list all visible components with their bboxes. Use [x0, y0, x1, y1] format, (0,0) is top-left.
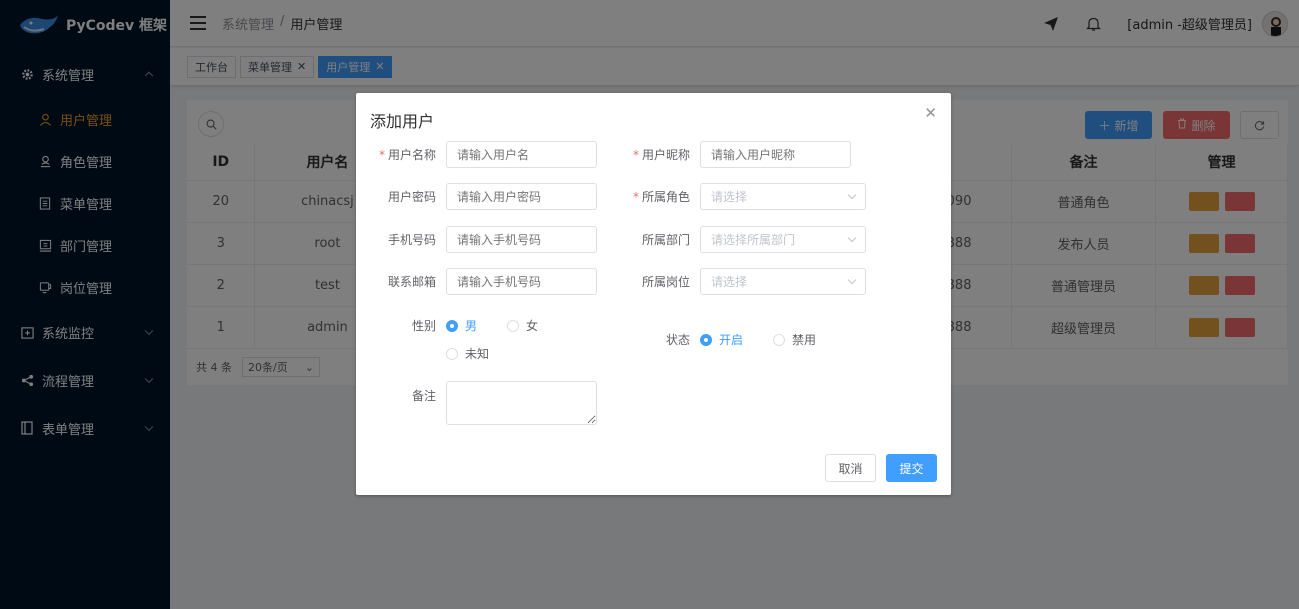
chevron-down-icon — [847, 233, 857, 242]
add-user-dialog: 添加用户 ✕ *用户名称 *用户昵称 用户密码 *所属角色 请选择 手机号码 所… — [356, 93, 951, 495]
form-row-status: 状态 开启 禁用 — [620, 331, 846, 348]
select-placeholder: 请选择 — [711, 275, 748, 289]
form-row-gender: 性别 男 女 — [366, 317, 568, 334]
required-mark: * — [378, 148, 385, 162]
dialog-title: 添加用户 — [370, 112, 435, 131]
field-label: 所属岗位 — [641, 275, 690, 289]
radio-label: 男 — [465, 319, 478, 333]
form-row-dept: 所属部门 请选择所属部门 — [620, 226, 866, 253]
field-label: 所属部门 — [641, 233, 690, 247]
password-input[interactable] — [446, 183, 597, 210]
radio-label: 禁用 — [792, 333, 817, 347]
field-label: 状态 — [665, 333, 690, 347]
chevron-down-icon — [847, 190, 857, 199]
remark-textarea[interactable] — [446, 381, 597, 425]
radio-label: 开启 — [719, 333, 744, 347]
required-mark: * — [632, 190, 639, 204]
form-row-role: * 所属角色 请选择 — [620, 183, 866, 210]
field-label: 用户名称 — [387, 148, 436, 162]
post-select[interactable]: 请选择 — [700, 268, 866, 295]
email-input[interactable] — [446, 268, 597, 295]
username-input[interactable] — [446, 141, 597, 168]
dept-select[interactable]: 请选择所属部门 — [700, 226, 866, 253]
form-row-nickname: * 用户昵称 — [620, 141, 851, 168]
form-row-remark: 备注 — [366, 381, 597, 425]
field-label: 用户密码 — [387, 190, 436, 204]
submit-button[interactable]: 提交 — [886, 454, 937, 482]
required-mark: * — [632, 148, 639, 162]
status-radio-enabled[interactable]: 开启 — [700, 331, 743, 348]
form-row-phone: 手机号码 — [366, 226, 597, 253]
nickname-input[interactable] — [700, 141, 851, 168]
select-placeholder: 请选择 — [711, 190, 748, 204]
field-label: 备注 — [411, 389, 436, 403]
form-row-email: 联系邮箱 — [366, 268, 597, 295]
form-row-password: 用户密码 — [366, 183, 597, 210]
chevron-down-icon — [847, 275, 857, 284]
form-row-post: 所属岗位 请选择 — [620, 268, 866, 295]
gender-radio-unknown[interactable]: 未知 — [446, 345, 489, 362]
radio-label: 女 — [526, 319, 539, 333]
cancel-button[interactable]: 取消 — [825, 454, 876, 482]
radio-label: 未知 — [465, 347, 490, 361]
form-row-gender-2: 未知 — [446, 345, 519, 362]
field-label: 用户昵称 — [641, 148, 690, 162]
status-radio-disabled[interactable]: 禁用 — [773, 331, 816, 348]
field-label: 性别 — [411, 319, 436, 333]
field-label: 手机号码 — [387, 233, 436, 247]
form-row-username: * 用户名称 — [366, 141, 597, 168]
role-select[interactable]: 请选择 — [700, 183, 866, 210]
field-label: 联系邮箱 — [387, 275, 436, 289]
phone-input[interactable] — [446, 226, 597, 253]
select-placeholder: 请选择所属部门 — [711, 233, 796, 247]
close-icon[interactable]: ✕ — [924, 104, 937, 122]
gender-radio-male[interactable]: 男 — [446, 317, 477, 334]
field-label: 所属角色 — [641, 190, 690, 204]
gender-radio-female[interactable]: 女 — [507, 317, 538, 334]
